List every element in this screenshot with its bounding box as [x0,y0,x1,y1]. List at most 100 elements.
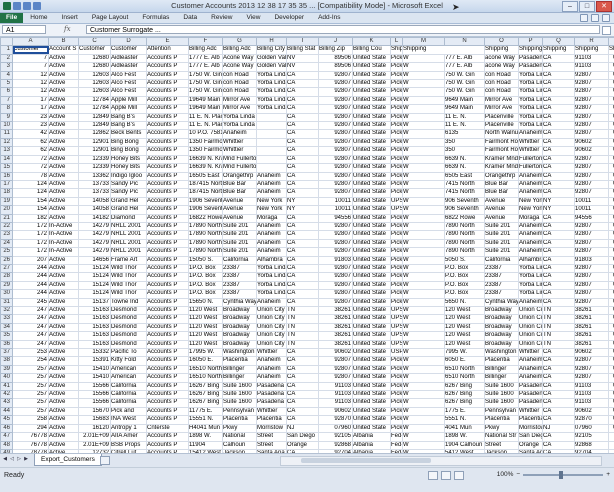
horizontal-scrollbar[interactable] [280,456,602,466]
cell[interactable]: Desmond [111,307,147,315]
cell[interactable]: Active [49,273,79,281]
cell[interactable]: 14656 [79,256,111,264]
cell[interactable]: 89506 [319,54,353,62]
cell[interactable]: 92105 [319,433,353,441]
cell[interactable]: 16120 [79,424,111,432]
normal-view-icon[interactable] [428,471,438,480]
cell[interactable]: Suite 201 [223,231,257,239]
cell[interactable]: CA [287,256,319,264]
cell[interactable]: 15124 [79,281,111,289]
cell[interactable]: United State [353,399,391,407]
cell[interactable]: Yorba Lin [519,290,543,298]
cell[interactable]: 1120 West [189,323,223,331]
cell[interactable]: 13362 [79,172,111,180]
cell[interactable]: 6510 North [445,365,485,373]
cell[interactable]: Accounts P [147,231,189,239]
cell[interactable]: Accounts P [147,407,189,415]
cell[interactable]: Broadway [485,315,519,323]
cell[interactable]: Accounts P [147,189,189,197]
cell[interactable]: 12 [13,71,49,79]
cell[interactable]: Union Cit [519,323,543,331]
cell[interactable]: CA [287,382,319,390]
cell[interactable]: W [403,105,445,113]
cell[interactable]: Desmond [111,332,147,340]
cell[interactable]: 16510 North [189,365,223,373]
cell[interactable]: Accounts P [147,239,189,247]
cell[interactable]: Active [49,63,79,71]
cell[interactable]: 120 West [445,340,485,348]
cell[interactable]: NRLL 2001 [111,248,147,256]
cell[interactable]: California [111,391,147,399]
cell[interactable]: Pickup [391,130,403,138]
cell[interactable]: 6267 Bing [445,399,485,407]
cell[interactable]: Active [49,332,79,340]
cell[interactable]: 92807 [575,122,609,130]
cell[interactable]: Suite 201 [223,248,257,256]
zoom-slider-knob[interactable] [559,471,563,479]
cell[interactable]: Accounts P [147,399,189,407]
column-header-e[interactable]: E [147,38,189,46]
cell[interactable]: Pickup [391,416,403,424]
cell[interactable]: 92868 [575,441,609,449]
cell[interactable]: Pickup [391,248,403,256]
row-header[interactable]: 17 [1,180,13,188]
cell[interactable]: United Sta [609,307,614,315]
cell[interactable]: 750 W. Gin [445,71,485,79]
cell[interactable]: Active [49,433,79,441]
cell[interactable]: W [403,407,445,415]
cell[interactable]: Accounts P [147,147,189,155]
cell[interactable]: 16267 Bing [189,399,223,407]
cell[interactable]: Active [49,122,79,130]
cell[interactable]: Accounts P [147,357,189,365]
cell[interactable]: 1777 E. Alb [189,63,223,71]
column-header-a[interactable]: A [13,38,49,46]
cell[interactable]: Suite 1600 [223,382,257,390]
cell[interactable]: United State [353,206,391,214]
cell[interactable]: 5551 N. [445,416,485,424]
cell[interactable]: Street [257,441,287,449]
cell[interactable]: Sandy Pic [111,180,147,188]
tab-formulas[interactable]: Formulas [135,13,176,23]
row-header[interactable]: 9 [1,113,13,121]
cell[interactable]: 92807 [319,298,353,306]
cell[interactable]: 23387 [223,290,257,298]
cell[interactable]: 11 E. N. Placenville [189,113,223,121]
cell[interactable]: New York [519,206,543,214]
cell[interactable]: Morristow [519,424,543,432]
cell[interactable]: CA [287,399,319,407]
cell[interactable]: United Sta [609,80,614,88]
cell[interactable]: Accounts P [147,281,189,289]
cell[interactable]: Anaheim [519,189,543,197]
cell[interactable]: 7 [13,63,49,71]
cell[interactable]: United State [353,180,391,188]
cell[interactable]: Kramer Mnd [485,155,519,163]
cell[interactable]: Broadway [485,323,519,331]
cell[interactable]: Alco Fest [111,80,147,88]
column-header-b[interactable]: B [49,38,79,46]
cell[interactable]: W [403,357,445,365]
cell[interactable]: 92807 [319,374,353,382]
cell[interactable]: CA [287,290,319,298]
cell[interactable]: 92807 [319,180,353,188]
row-header[interactable]: 8 [1,105,13,113]
cell[interactable]: Alhambra [519,256,543,264]
cell[interactable] [257,147,287,155]
cell[interactable]: In-Active [49,231,79,239]
cell[interactable]: United State [353,273,391,281]
cell[interactable]: TN [543,340,575,348]
cell[interactable]: CA [543,416,575,424]
cell[interactable]: W [403,273,445,281]
cell[interactable]: Placentia [223,416,257,424]
cell[interactable]: 92807 [575,273,609,281]
cell[interactable]: 92870 [575,416,609,424]
cell[interactable]: Active [49,256,79,264]
cell[interactable]: California [111,399,147,407]
cell[interactable]: Active [49,407,79,415]
cell[interactable]: 94556 [319,214,353,222]
cell[interactable]: Broadway [223,323,257,331]
cell[interactable]: CA [287,122,319,130]
cell[interactable]: CA [543,189,575,197]
cell[interactable]: 15650 N. [189,298,223,306]
cell[interactable]: W [403,197,445,205]
cell[interactable]: Active [49,189,79,197]
